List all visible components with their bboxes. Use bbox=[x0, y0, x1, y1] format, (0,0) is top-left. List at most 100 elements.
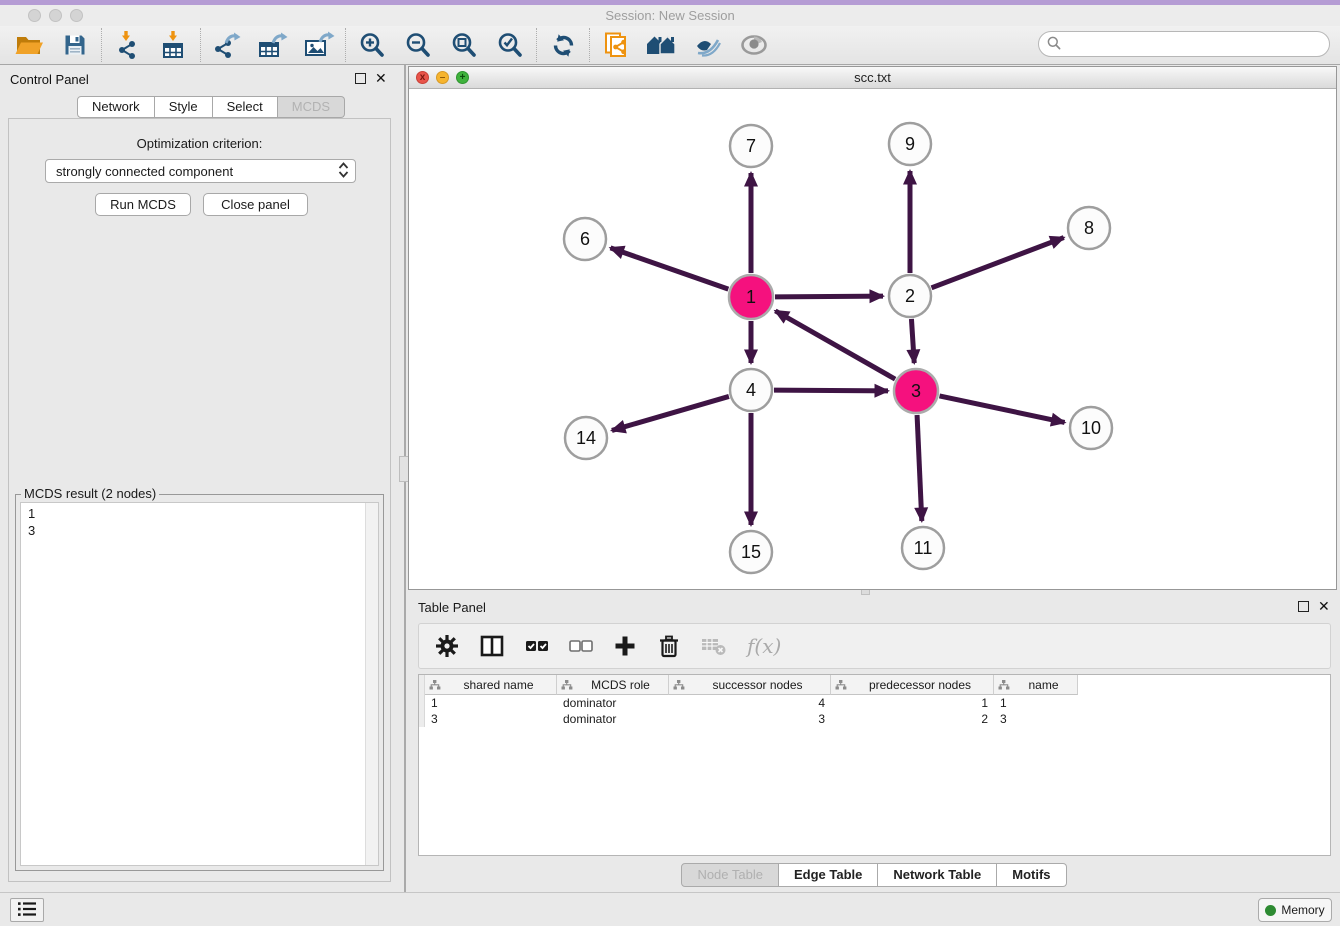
show-eye-icon[interactable] bbox=[735, 28, 773, 62]
graph-node-2[interactable]: 2 bbox=[889, 275, 931, 317]
graph-node-1[interactable]: 1 bbox=[729, 275, 773, 319]
tab-node-table[interactable]: Node Table bbox=[681, 863, 779, 887]
clone-network-icon[interactable] bbox=[597, 28, 635, 62]
table-panel-window-buttons: ✕ bbox=[1298, 601, 1330, 612]
cell-name[interactable]: 1 bbox=[994, 696, 1078, 710]
graph-edge-4-14[interactable] bbox=[612, 396, 729, 430]
tab-mcds[interactable]: MCDS bbox=[278, 96, 345, 118]
scrollbar[interactable] bbox=[365, 503, 378, 865]
deselect-all-icon[interactable] bbox=[569, 632, 593, 660]
graph-node-7[interactable]: 7 bbox=[730, 125, 772, 167]
add-row-icon[interactable] bbox=[613, 632, 637, 660]
tab-motifs[interactable]: Motifs bbox=[997, 863, 1066, 887]
select-all-icon[interactable] bbox=[525, 632, 549, 660]
svg-text:15: 15 bbox=[741, 542, 761, 562]
export-image-icon[interactable] bbox=[300, 28, 338, 62]
graph-edge-3-1[interactable] bbox=[775, 311, 895, 379]
run-mcds-button[interactable]: Run MCDS bbox=[95, 193, 191, 216]
graph-node-15[interactable]: 15 bbox=[730, 531, 772, 573]
mac-minimize-button[interactable] bbox=[49, 9, 62, 22]
panel-menu-button[interactable] bbox=[10, 898, 44, 922]
cell-successor-nodes[interactable]: 4 bbox=[669, 696, 831, 710]
mac-zoom-button[interactable] bbox=[70, 9, 83, 22]
graph-node-14[interactable]: 14 bbox=[565, 417, 607, 459]
tab-network[interactable]: Network bbox=[77, 96, 155, 118]
graph-edge-2-8[interactable] bbox=[932, 238, 1064, 288]
column-label: successor nodes bbox=[685, 678, 830, 692]
cell-name[interactable]: 3 bbox=[994, 712, 1078, 726]
search-input[interactable] bbox=[1038, 31, 1330, 57]
mac-close-button[interactable] bbox=[28, 9, 41, 22]
graph-edge-3-10[interactable] bbox=[939, 396, 1064, 422]
column-header-predecessor-nodes[interactable]: predecessor nodes bbox=[831, 675, 994, 695]
graph-edge-1-2[interactable] bbox=[775, 296, 883, 297]
table-header: shared nameMCDS role successor nodes prede… bbox=[419, 675, 1330, 695]
close-icon[interactable]: ✕ bbox=[375, 73, 387, 84]
cell-predecessor-nodes[interactable]: 2 bbox=[831, 712, 994, 726]
column-header-name[interactable]: name bbox=[994, 675, 1078, 695]
cell-shared-name[interactable]: 1 bbox=[425, 696, 557, 710]
cell-successor-nodes[interactable]: 3 bbox=[669, 712, 831, 726]
cell-predecessor-nodes[interactable]: 1 bbox=[831, 696, 994, 710]
gear-icon[interactable] bbox=[435, 632, 459, 660]
cell-MCDS-role[interactable]: dominator bbox=[557, 712, 669, 726]
zoom-in-icon[interactable] bbox=[353, 28, 391, 62]
mcds-result-box: MCDS result (2 nodes) 13 bbox=[15, 494, 384, 871]
split-columns-icon[interactable] bbox=[479, 632, 505, 660]
graph-edge-2-3[interactable] bbox=[911, 319, 914, 363]
graph-node-10[interactable]: 10 bbox=[1070, 407, 1112, 449]
mcds-result-text[interactable]: 13 bbox=[20, 502, 379, 866]
graph-edge-3-11[interactable] bbox=[917, 415, 922, 521]
hide-graphics-icon[interactable] bbox=[689, 28, 727, 62]
tab-style[interactable]: Style bbox=[155, 96, 213, 118]
float-icon[interactable] bbox=[355, 73, 366, 84]
delete-row-icon[interactable] bbox=[657, 632, 681, 660]
export-table-icon[interactable] bbox=[254, 28, 292, 62]
graph-node-11[interactable]: 11 bbox=[902, 527, 944, 569]
open-folder-icon[interactable] bbox=[10, 28, 48, 62]
import-table-icon[interactable] bbox=[155, 28, 193, 62]
graph-edge-1-6[interactable] bbox=[610, 248, 728, 289]
cell-shared-name[interactable]: 3 bbox=[425, 712, 557, 726]
close-icon[interactable]: ✕ bbox=[1318, 601, 1330, 612]
graph-node-8[interactable]: 8 bbox=[1068, 207, 1110, 249]
export-network-icon[interactable] bbox=[208, 28, 246, 62]
window-controls[interactable] bbox=[28, 9, 83, 22]
column-header-shared-name[interactable]: shared name bbox=[425, 675, 557, 695]
refresh-icon[interactable] bbox=[544, 28, 582, 62]
net-minimize-button[interactable]: – bbox=[436, 71, 449, 84]
home-icon[interactable] bbox=[643, 28, 681, 62]
graph-node-6[interactable]: 6 bbox=[564, 218, 606, 260]
table-panel-title: Table Panel bbox=[418, 600, 486, 615]
table-row[interactable]: 1dominator411 bbox=[419, 695, 1330, 711]
tab-edge-table[interactable]: Edge Table bbox=[779, 863, 878, 887]
tab-select[interactable]: Select bbox=[213, 96, 278, 118]
graph-node-3[interactable]: 3 bbox=[894, 369, 938, 413]
graph-edge-4-3[interactable] bbox=[774, 390, 888, 391]
column-header-successor-nodes[interactable]: successor nodes bbox=[669, 675, 831, 695]
graph-node-9[interactable]: 9 bbox=[889, 123, 931, 165]
float-icon[interactable] bbox=[1298, 601, 1309, 612]
status-bar: Memory bbox=[0, 892, 1340, 926]
graph-node-4[interactable]: 4 bbox=[730, 369, 772, 411]
column-label: predecessor nodes bbox=[847, 678, 993, 692]
network-canvas[interactable]: 7 9 6 8 1 2 4 3 14 10 15 11 bbox=[409, 89, 1336, 589]
save-icon[interactable] bbox=[56, 28, 94, 62]
search-icon bbox=[1047, 36, 1061, 53]
zoom-fit-icon[interactable] bbox=[445, 28, 483, 62]
close-panel-button[interactable]: Close panel bbox=[203, 193, 308, 216]
tab-network-table[interactable]: Network Table bbox=[878, 863, 997, 887]
cell-MCDS-role[interactable]: dominator bbox=[557, 696, 669, 710]
attr-icon bbox=[835, 679, 847, 691]
zoom-out-icon[interactable] bbox=[399, 28, 437, 62]
memory-button[interactable]: Memory bbox=[1258, 898, 1332, 922]
optimization-criterion-select[interactable]: strongly connected component bbox=[45, 159, 356, 183]
net-zoom-button[interactable]: + bbox=[456, 71, 469, 84]
function-fx-icon: f(x) bbox=[747, 632, 781, 660]
table-row[interactable]: 3dominator323 bbox=[419, 711, 1330, 727]
network-window-titlebar[interactable]: x–+ scc.txt bbox=[409, 67, 1336, 89]
column-header-MCDS-role[interactable]: MCDS role bbox=[557, 675, 669, 695]
net-close-button[interactable]: x bbox=[416, 71, 429, 84]
zoom-selected-icon[interactable] bbox=[491, 28, 529, 62]
import-network-icon[interactable] bbox=[109, 28, 147, 62]
